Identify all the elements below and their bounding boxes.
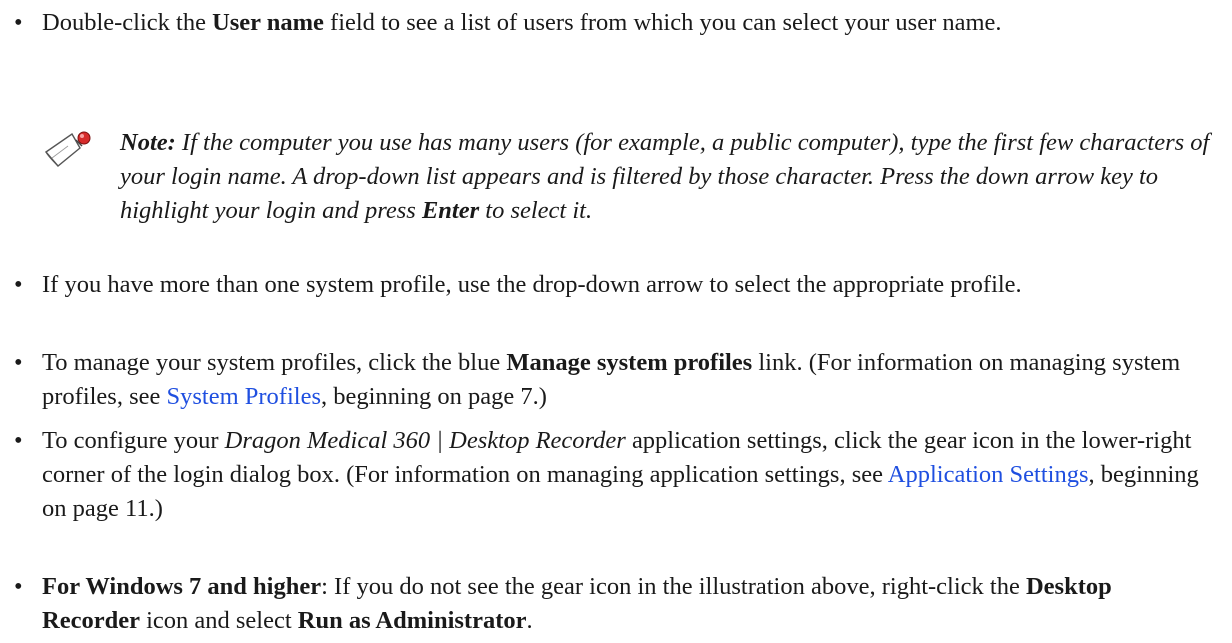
bullet-item-app-settings: • To configure your Dragon Medical 360 |… (14, 424, 1204, 526)
bullet-text: For Windows 7 and higher: If you do not … (42, 573, 1112, 634)
bullet-item-manage-profiles: • To manage your system profiles, click … (14, 346, 1204, 414)
bullet-marker: • (14, 349, 23, 376)
note-label: Note: (120, 129, 176, 156)
bullet-text: To manage your system profiles, click th… (42, 349, 1181, 410)
bold-term: Run as Administrator (297, 607, 527, 634)
note-text: Note: If the computer you use has many u… (120, 129, 1210, 224)
product-name: Dragon Medical 360 | Desktop Recorder (224, 427, 626, 454)
bullet-item-username: • Double-click the User name field to se… (14, 6, 1204, 40)
system-profiles-link[interactable]: System Profiles (167, 383, 322, 410)
note-pin-icon (44, 131, 91, 167)
note-block: Note: If the computer you use has many u… (42, 126, 1222, 228)
bullet-item-windows7: • For Windows 7 and higher: If you do no… (14, 570, 1204, 638)
bullet-item-system-profile: • If you have more than one system profi… (14, 268, 1204, 302)
bold-key: Enter (421, 197, 480, 224)
bullet-marker: • (14, 427, 23, 454)
bullet-text: To configure your Dragon Medical 360 | D… (42, 427, 1199, 522)
bullet-marker: • (14, 573, 23, 600)
bullet-text: If you have more than one system profile… (42, 271, 1022, 298)
bullet-text: Double-click the User name field to see … (42, 9, 1002, 36)
bullet-marker: • (14, 271, 23, 298)
document-page: • Double-click the User name field to se… (0, 0, 1232, 643)
bullet-marker: • (14, 9, 23, 36)
bold-term: User name (212, 9, 324, 36)
application-settings-link[interactable]: Application Settings (888, 461, 1089, 488)
bold-term: Manage system profiles (506, 349, 753, 376)
bold-term: For Windows 7 and higher (42, 573, 322, 600)
